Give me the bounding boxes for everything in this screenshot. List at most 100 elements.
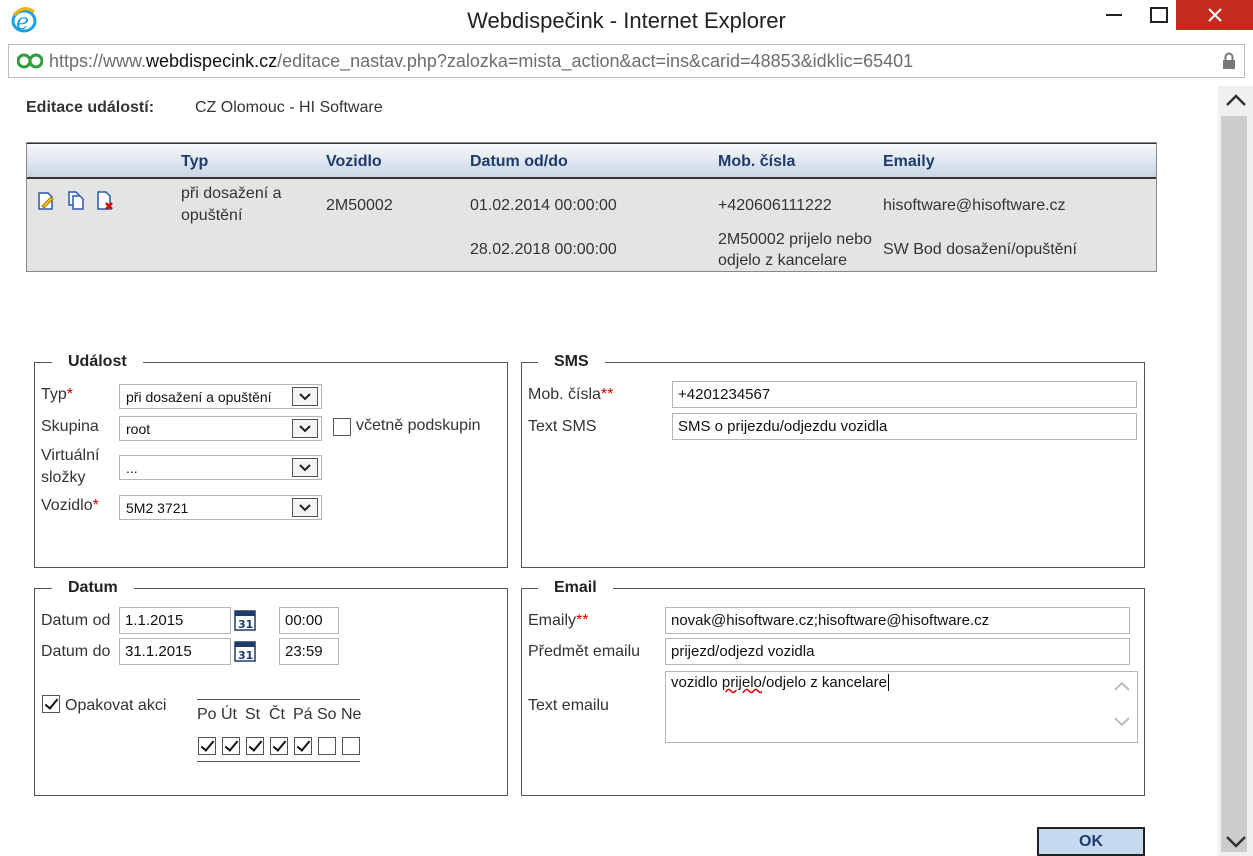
virtualni-label-line2: složky (41, 469, 86, 486)
predmet-input[interactable]: prijezd/odjezd vozidla (665, 638, 1130, 665)
url-prefix: https://www. (49, 51, 147, 71)
text-emailu-textarea[interactable]: vozidlo prijelo/odjelo z kancelare​ (665, 671, 1138, 743)
predmet-label: Předmět emailu (528, 643, 641, 660)
scroll-thumb[interactable] (1221, 116, 1247, 852)
typ-label: Typ* (41, 386, 73, 404)
table-header: Typ Vozidlo Datum od/do Mob. čísla Email… (27, 143, 1156, 179)
url-path: /editace_nastav.php?zalozka=mista_action… (277, 51, 914, 71)
emaily-label-text: Emaily (528, 612, 577, 629)
cell-mob-text-line1: 2M50002 prijelo nebo (718, 231, 872, 248)
typ-select[interactable]: při dosažení a opuštění (119, 384, 322, 409)
day-checkbox[interactable] (342, 737, 360, 755)
cell-datum-do: 28.02.2018 00:00:00 (470, 241, 617, 258)
calendar-icon[interactable]: 31 (234, 609, 256, 631)
day-label: St (245, 706, 261, 723)
column-header-typ[interactable]: Typ (181, 153, 208, 171)
lock-icon[interactable] (1222, 52, 1236, 70)
minimize-button[interactable] (1090, 0, 1138, 30)
address-bar[interactable]: https://www.webdispecink.cz/editace_nast… (8, 44, 1245, 78)
cell-email: hisoftware@hisoftware.cz (883, 197, 1066, 214)
datum-do-time-input[interactable]: 23:59 (279, 638, 339, 665)
column-header-mob[interactable]: Mob. čísla (718, 153, 795, 171)
opakovat-label: Opakovat akci (65, 697, 167, 714)
mob-cisla-label-text: Mob. čísla (528, 386, 601, 403)
days-divider-top (197, 699, 360, 700)
cell-vozidlo: 2M50002 (326, 197, 393, 214)
sms-fieldset: SMS Mob. čísla** +4201234567 Text SMS SM… (521, 353, 1145, 568)
delete-icon[interactable] (95, 191, 115, 211)
days-divider-bottom (197, 761, 360, 762)
day-label: Út (221, 706, 237, 723)
address-url[interactable]: https://www.webdispecink.cz/editace_nast… (49, 51, 913, 72)
chevron-down-icon[interactable] (292, 458, 318, 477)
vertical-scrollbar[interactable] (1218, 86, 1253, 856)
datum-od-time-input[interactable]: 00:00 (279, 607, 339, 634)
calendar-day-label: 31 (238, 649, 253, 662)
text-sms-input[interactable]: SMS o prijezdu/odjezdu vozidla (672, 413, 1137, 440)
close-icon (1207, 8, 1222, 22)
vozidlo-select-value: 5M2 3721 (126, 500, 189, 516)
podskupin-checkbox[interactable] (333, 418, 351, 436)
calendar-icon[interactable]: 31 (234, 640, 256, 662)
cell-datum-od: 01.02.2014 00:00:00 (470, 197, 617, 214)
text-emailu-misspelled: prijelo (721, 674, 762, 691)
day-checkbox[interactable] (318, 737, 336, 755)
text-sms-label: Text SMS (528, 418, 597, 435)
cell-email-subject: SW Bod dosažení/opuštění (883, 241, 1077, 258)
text-emailu-part2: /odjelo z kancelare (761, 674, 887, 691)
text-emailu-label: Text emailu (528, 697, 609, 714)
chevron-down-icon[interactable] (292, 419, 318, 438)
close-button[interactable] (1176, 0, 1253, 30)
ok-button[interactable]: OK (1037, 827, 1145, 856)
datum-do-label: Datum do (41, 643, 111, 660)
day-checkbox[interactable] (222, 737, 240, 755)
text-cursor: ​ (887, 674, 889, 691)
day-checkbox[interactable] (294, 737, 312, 755)
chevron-up-icon (1226, 94, 1246, 106)
datum-do-input[interactable]: 31.1.2015 (119, 638, 231, 665)
cell-mob: +420606111222 (718, 197, 832, 214)
email-legend: Email (538, 579, 613, 597)
day-label: Po (197, 706, 217, 723)
udalost-legend: Událost (52, 353, 143, 371)
chevron-down-icon (1226, 836, 1246, 848)
column-header-vozidlo[interactable]: Vozidlo (326, 153, 382, 171)
vozidlo-label-text: Vozidlo (41, 497, 93, 514)
events-table: Typ Vozidlo Datum od/do Mob. čísla Email… (26, 142, 1157, 272)
skupina-select[interactable]: root (119, 416, 322, 441)
virtualni-select[interactable]: ... (119, 455, 322, 480)
podskupin-label: včetně podskupin (356, 417, 481, 434)
emaily-input[interactable]: novak@hisoftware.cz;hisoftware@hisoftwar… (665, 607, 1130, 634)
scroll-up-button[interactable] (1222, 88, 1250, 112)
day-label: So (317, 706, 337, 723)
column-header-emaily[interactable]: Emaily (883, 153, 935, 171)
day-checkbox[interactable] (270, 737, 288, 755)
required-mark: ** (576, 612, 589, 629)
required-mark: ** (600, 386, 614, 403)
vozidlo-label: Vozidlo* (41, 497, 99, 515)
skupina-label: Skupina (41, 418, 99, 435)
chevron-down-icon[interactable] (292, 498, 318, 517)
day-checkbox[interactable] (198, 737, 216, 755)
skupina-select-value: root (126, 421, 151, 437)
required-mark: * (92, 497, 99, 514)
cell-mob-text-line2: odjelo z kancelare (718, 252, 847, 269)
datum-legend: Datum (52, 579, 134, 597)
opakovat-checkbox[interactable] (42, 695, 60, 713)
virtualni-label-line1: Virtuální (41, 447, 100, 464)
title-bar: e Webdispečink - Internet Explorer (0, 0, 1253, 40)
datum-od-input[interactable]: 1.1.2015 (119, 607, 231, 634)
day-checkbox[interactable] (246, 737, 264, 755)
chevron-down-icon[interactable] (292, 387, 318, 406)
sms-legend: SMS (538, 353, 605, 371)
edit-icon[interactable] (36, 191, 56, 211)
scroll-down-button[interactable] (1222, 830, 1250, 854)
day-label: Pá (293, 706, 313, 723)
column-header-datum[interactable]: Datum od/do (470, 153, 568, 171)
textarea-scroll-up-icon[interactable] (1113, 680, 1131, 692)
copy-icon[interactable] (66, 191, 86, 211)
textarea-scroll-down-icon[interactable] (1113, 716, 1131, 728)
emaily-label: Emaily** (528, 612, 588, 630)
vozidlo-select[interactable]: 5M2 3721 (119, 495, 322, 520)
mob-cisla-input[interactable]: +4201234567 (672, 381, 1137, 408)
